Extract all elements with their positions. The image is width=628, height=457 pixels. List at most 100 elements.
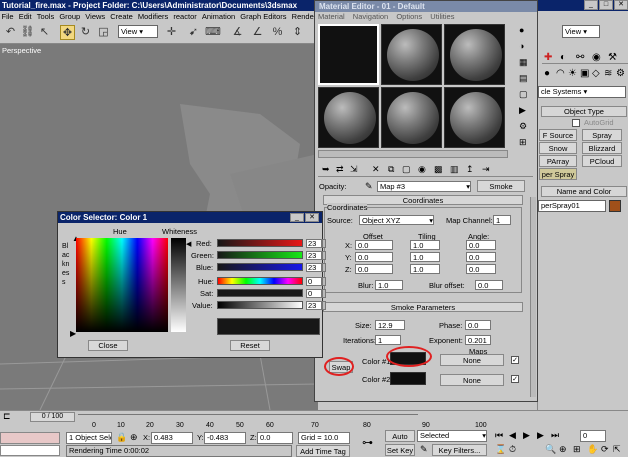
mini-listener-icon[interactable]: ⊏ [3,411,11,422]
shapes-icon[interactable]: ◠ [556,68,565,79]
color2-map-checkbox[interactable]: ✓ [511,375,519,383]
menu-file[interactable]: File [2,12,14,21]
menu-graph-editors[interactable]: Graph Editors [240,12,286,21]
x-angle-field[interactable]: 0.0 [466,240,496,250]
show-map-icon[interactable]: ▩ [434,164,443,175]
menu-create[interactable]: Create [110,12,133,21]
color1-map-button[interactable]: None [440,354,504,366]
pcloud-button[interactable]: PCloud [582,155,622,167]
spinner-snap-icon[interactable]: ⇕ [290,25,305,40]
hue-spinner[interactable] [322,277,326,286]
previous-frame-icon[interactable]: ◀ [509,430,516,441]
material-effects-icon[interactable]: ◉ [418,164,426,175]
go-to-parent-icon[interactable]: ↥ [466,164,474,175]
smoke-params-header[interactable]: Smoke Parameters [323,302,523,312]
z-offset-field[interactable]: 0.0 [355,264,393,274]
lock-icon[interactable]: 🔒 [116,432,127,443]
green-slider[interactable] [217,251,303,259]
y-coord-field[interactable]: -0.483 [204,432,246,444]
blackness-pointer-icon[interactable]: ▶ [70,329,76,338]
zoom-extents-icon[interactable]: ⊞ [573,444,581,455]
utilities-tab-icon[interactable]: ⚒ [608,52,617,63]
sat-spinner[interactable] [322,289,326,298]
hierarchy-tab-icon[interactable]: ⚯ [576,52,584,63]
pivot-icon[interactable]: ✛ [164,25,179,40]
object-color-swatch[interactable] [609,200,621,212]
background-icon[interactable]: ▦ [519,57,537,73]
select-scale-icon[interactable]: ◲ [96,25,111,40]
go-forward-sibling-icon[interactable]: ⇥ [482,164,490,175]
x-coord-field[interactable]: 0.483 [151,432,193,444]
z-tiling-field[interactable]: 1.0 [410,264,440,274]
material-slot-2[interactable] [381,24,442,85]
source-dropdown[interactable]: Object XYZ ▾ [359,215,434,225]
pick-material-icon[interactable]: ✎ [365,181,373,192]
menu-views[interactable]: Views [85,12,105,21]
y-offset-field[interactable]: 0.0 [355,252,393,262]
menu-reactor[interactable]: reactor [173,12,196,21]
go-to-start-icon[interactable]: ⏮ [495,430,503,441]
show-end-result-icon[interactable]: ▥ [450,164,459,175]
uv-tiling-icon[interactable]: ▤ [519,73,537,89]
select-by-material-icon[interactable]: ⊞ [519,137,537,153]
hue-slider[interactable] [217,277,303,285]
create-tab-icon[interactable]: ✚ [544,52,552,63]
me-menu-utilities[interactable]: Utilities [430,12,454,21]
slot-scrollbar[interactable] [318,150,508,158]
set-key-button[interactable]: Set Key [385,444,415,456]
maximize-icon[interactable]: □ [599,0,613,10]
color2-swatch[interactable] [390,372,426,385]
blue-spinner[interactable] [322,263,326,272]
blue-slider[interactable] [217,263,303,271]
object-name-field[interactable]: perSpray01 [538,200,606,212]
motion-tab-icon[interactable]: ◉ [592,52,601,63]
menu-tools[interactable]: Tools [37,12,55,21]
object-type-header[interactable]: Object Type [541,106,627,117]
helpers-icon[interactable]: ◇ [592,68,600,79]
red-field[interactable]: 23 [306,239,322,248]
material-slot-4[interactable] [318,87,379,148]
color2-map-button[interactable]: None [440,374,504,386]
category-dropdown[interactable]: cle Systems ▾ [538,86,626,98]
make-preview-icon[interactable]: ▶ [519,105,537,121]
put-to-library-icon[interactable]: ▢ [402,164,411,175]
blur-offset-field[interactable]: 0.0 [475,280,503,290]
zoom-all-icon[interactable]: ⊕ [559,444,567,455]
z-angle-field[interactable]: 0.0 [466,264,496,274]
key-mode-icon[interactable]: ⌛ [495,444,506,455]
right-view-dropdown[interactable]: View ▾ [562,25,600,38]
map-type-button[interactable]: Smoke [477,180,525,192]
green-field[interactable]: 23 [306,251,322,260]
undo-icon[interactable]: ↶ [3,25,18,40]
zoom-icon[interactable]: 🔍 [545,444,556,455]
reference-coord-dropdown[interactable]: View ▾ [118,25,158,38]
time-config-icon[interactable]: ⏱ [509,444,516,455]
material-slot-1[interactable] [318,24,379,85]
menu-modifiers[interactable]: Modifiers [138,12,168,21]
reset-map-icon[interactable]: ✕ [372,164,380,175]
menu-group[interactable]: Group [59,12,80,21]
select-manipulate-icon[interactable]: ➹ [186,25,201,40]
blur-field[interactable]: 1.0 [375,280,403,290]
iterations-field[interactable]: 1 [375,335,401,345]
exponent-field[interactable]: 0.201 [465,335,491,345]
x-tiling-field[interactable]: 1.0 [410,240,440,250]
pan-icon[interactable]: ✋ [587,444,598,455]
cameras-icon[interactable]: ▣ [580,68,589,79]
geometry-icon[interactable]: ● [544,68,550,79]
me-menu-material[interactable]: Material [318,12,345,21]
keyboard-shortcut-icon[interactable]: ⌨ [205,25,221,40]
material-slot-3[interactable] [444,24,505,85]
play-icon[interactable]: ▶ [523,430,530,441]
pf-source-button[interactable]: F Source [539,129,577,141]
whiteness-bar[interactable] [171,238,186,332]
key-icon[interactable]: ⊶ [362,436,373,449]
next-frame-icon[interactable]: ▶ [537,430,544,441]
systems-icon[interactable]: ⚙ [616,68,625,79]
me-scrollbar[interactable] [530,197,536,397]
maximize-viewport-icon[interactable]: ⇱ [613,444,621,455]
maxscript-listener-field[interactable] [0,432,60,444]
me-menu-navigation[interactable]: Navigation [353,12,388,21]
get-material-icon[interactable]: ➥ [322,164,330,175]
minimize-icon[interactable]: _ [584,0,598,10]
